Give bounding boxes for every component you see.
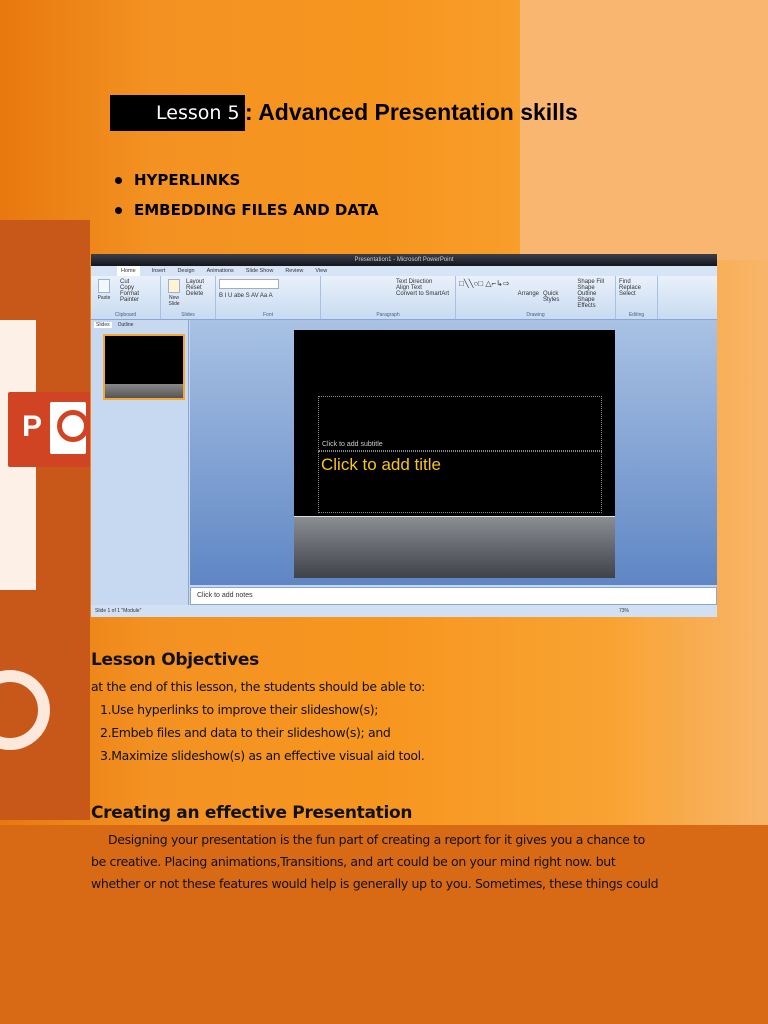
subtitle-placeholder[interactable]: Click to add subtitle	[318, 396, 602, 451]
body-line: be creative. Placing animations,Transiti…	[91, 854, 616, 869]
font-format-buttons[interactable]: B I U abe S AV Aa A	[219, 293, 317, 299]
title-placeholder[interactable]: Click to add title	[318, 451, 602, 513]
group-label: Slides	[181, 312, 195, 318]
group-font: B I U abe S AV Aa A Font	[216, 276, 321, 319]
status-bar: Slide 1 of 1 "Module" 73%	[91, 605, 717, 617]
bullet-text: EMBEDDING FILES AND DATA	[134, 201, 379, 219]
format-painter-button[interactable]: Format Painter	[120, 291, 157, 303]
slides-pane: Slides Outline	[91, 320, 189, 605]
new-slide-label: New Slide	[168, 295, 180, 307]
powerpoint-screenshot: Presentation1 - Microsoft PowerPoint Hom…	[91, 254, 717, 617]
tab-review[interactable]: Review	[285, 266, 303, 276]
paste-button[interactable]: Paste	[94, 279, 114, 301]
paste-label: Paste	[97, 295, 111, 301]
group-slides: New Slide Layout Reset Delete Slides	[161, 276, 216, 319]
group-label: Clipboard	[114, 312, 137, 318]
tab-design[interactable]: Design	[177, 266, 194, 276]
ribbon: Paste Cut Copy Format Painter Clipboard New…	[91, 276, 717, 320]
delete-button[interactable]: Delete	[186, 291, 212, 297]
new-slide-icon	[168, 279, 180, 293]
bullet-icon	[115, 207, 122, 214]
notes-input[interactable]: Click to add notes	[190, 587, 717, 605]
bullet-item: EMBEDDING FILES AND DATA	[115, 201, 379, 219]
group-drawing: □╲╲○□ △⌐↳⇨ Arrange Quick Styles Shape Fill S…	[456, 276, 616, 319]
objective-item: 3.Maximize slideshow(s) as an effective …	[100, 748, 425, 763]
page-title: : Advanced Presentation skills	[245, 99, 578, 125]
font-name-select[interactable]	[219, 279, 279, 289]
group-paragraph: Text Direction Align Text Convert to Smart…	[321, 276, 456, 319]
new-slide-button[interactable]: New Slide	[164, 279, 184, 307]
group-editing: Find Replace Select Editing	[616, 276, 658, 319]
shape-effects-button[interactable]: Shape Effects	[577, 297, 612, 309]
bullet-icon	[115, 177, 122, 184]
objectives-heading: Lesson Objectives	[91, 650, 259, 670]
slide: Click to add subtitle Click to add title	[294, 330, 615, 578]
lesson-number: Lesson 5	[156, 102, 240, 124]
slide-canvas: Click to add subtitle Click to add title	[190, 320, 717, 585]
paste-icon	[98, 279, 110, 293]
tab-slides[interactable]: Slides	[94, 322, 112, 328]
subtitle-text: Click to add subtitle	[322, 441, 383, 448]
convert-smartart-button[interactable]: Convert to SmartArt	[396, 291, 452, 297]
objective-item: 2.Embeb files and data to their slidesho…	[100, 725, 391, 740]
body-line: whether or not these features would help…	[91, 876, 659, 891]
background-light-right	[520, 0, 768, 260]
objective-item: 1.Use hyperlinks to improve their slides…	[100, 702, 379, 717]
bullet-item: HYPERLINKS	[115, 171, 240, 189]
powerpoint-logo-icon: P	[8, 392, 90, 467]
tab-outline[interactable]: Outline	[118, 322, 134, 328]
slide-thumbnail[interactable]	[103, 334, 185, 400]
zoom-level[interactable]: 73%	[619, 605, 629, 617]
shapes-gallery[interactable]: □╲╲○□ △⌐↳⇨	[459, 279, 514, 309]
bullet-text: HYPERLINKS	[134, 171, 241, 189]
title-text: Click to add title	[321, 455, 441, 474]
status-slide-info: Slide 1 of 1 "Module"	[95, 608, 142, 614]
slide-footer-band	[294, 516, 615, 578]
tab-slide-show[interactable]: Slide Show	[246, 266, 274, 276]
quick-styles-button[interactable]: Quick Styles	[543, 291, 573, 309]
arrange-button[interactable]: Arrange	[518, 291, 539, 309]
tab-insert[interactable]: Insert	[152, 266, 166, 276]
window-title: Presentation1 - Microsoft PowerPoint	[91, 254, 717, 266]
select-button[interactable]: Select	[619, 291, 654, 297]
group-clipboard: Paste Cut Copy Format Painter Clipboard	[91, 276, 161, 319]
tab-view[interactable]: View	[315, 266, 327, 276]
tab-animations[interactable]: Animations	[207, 266, 234, 276]
group-label: Paragraph	[376, 312, 400, 318]
body-line: Designing your presentation is the fun p…	[108, 832, 645, 847]
tab-home[interactable]: Home	[117, 266, 140, 276]
group-label: Drawing	[526, 312, 545, 318]
objectives-intro: at the end of this lesson, the students …	[91, 679, 425, 694]
shape-outline-button[interactable]: Shape Outline	[577, 285, 612, 297]
creating-heading: Creating an effective Presentation	[91, 803, 413, 823]
group-label: Editing	[628, 312, 645, 318]
ribbon-tabs: Home Insert Design Animations Slide Show…	[91, 266, 717, 276]
group-label: Font	[262, 312, 273, 318]
